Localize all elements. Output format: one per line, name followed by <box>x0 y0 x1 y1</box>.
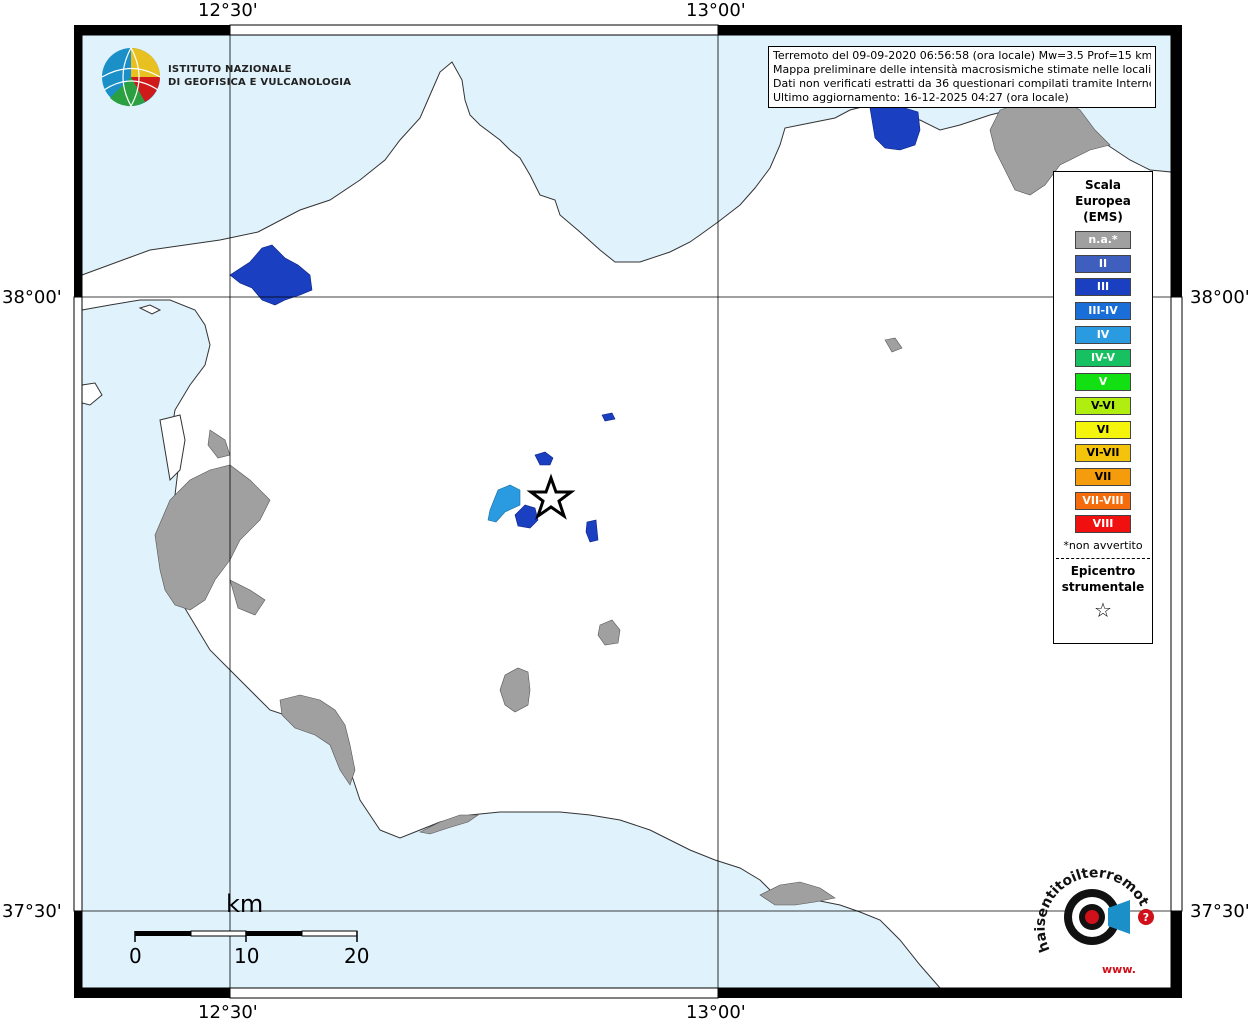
lon-label-top-right: 13°00' <box>686 0 746 21</box>
legend-epi-1: Epicentro <box>1070 563 1136 578</box>
info-line-1: Terremoto del 09-09-2020 06:56:58 (ora l… <box>773 49 1151 62</box>
watermark-url: www. <box>1102 963 1136 976</box>
info-line-2: Mappa preliminare delle intensità macros… <box>773 63 1151 76</box>
scale-unit: km <box>226 890 264 918</box>
legend-items: n.a.* II III III-IV IV IV-V V V-VI VI VI-VII VII VI… <box>1054 231 1152 534</box>
lat-label-left-top: 38°00' <box>2 287 62 308</box>
lat-label-left-bottom: 37°30' <box>2 901 62 922</box>
info-line-3: Dati non verificati estratti da 36 quest… <box>773 77 1151 90</box>
legend-separator <box>1056 557 1150 559</box>
legend-note: *non avvertito <box>1063 538 1143 552</box>
legend-title-3: (EMS) <box>1083 210 1123 224</box>
ingv-line-1: ISTITUTO NAZIONALE <box>168 64 292 75</box>
svg-text:haisentitoilterremoto.it: haisentitoilterremoto.it <box>1030 855 1152 954</box>
legend-epi-2: strumentale <box>1061 579 1145 594</box>
legend-item: IV <box>1075 325 1131 344</box>
lon-label-bottom-left: 12°30' <box>198 1002 258 1023</box>
watermark-text: haisentitoilterremoto.it <box>1030 855 1152 954</box>
scale-tick-10: 10 <box>234 944 260 968</box>
legend-item: VII-VIII <box>1075 491 1131 510</box>
legend-title: Scala Europea (EMS) <box>1054 177 1152 225</box>
hsit-watermark: haisentitoilterremoto.it www. <box>1030 855 1152 976</box>
scale-tick-20: 20 <box>344 944 370 968</box>
legend-title-2: Europea <box>1075 194 1131 208</box>
legend-item: VII <box>1075 467 1131 486</box>
legend-item: II <box>1075 254 1131 273</box>
lon-label-bottom-right: 13°00' <box>686 1002 746 1023</box>
info-line-4: Ultimo aggiornamento: 16-12-2025 04:27 (… <box>773 91 1069 104</box>
legend-item: V-VI <box>1075 396 1131 415</box>
legend-item: VI <box>1075 420 1131 439</box>
legend-item: V <box>1075 373 1131 392</box>
ems-legend: Scala Europea (EMS) n.a.* II III III-IV IV IV… <box>1053 171 1153 644</box>
legend-item: IV-V <box>1075 349 1131 368</box>
legend-item: III-IV <box>1075 302 1131 321</box>
lon-label-top-left: 12°30' <box>198 0 258 21</box>
ingv-logo-text: ISTITUTO NAZIONALE DI GEOFISICA E VULCAN… <box>168 63 351 89</box>
legend-star-icon: ☆ <box>1094 597 1112 622</box>
legend-item: III <box>1075 278 1131 297</box>
legend-title-1: Scala <box>1084 178 1122 192</box>
legend-item: VI-VII <box>1075 444 1131 463</box>
ingv-logo-icon <box>101 47 161 107</box>
lat-label-right-bottom: 37°30' <box>1190 901 1250 922</box>
legend-epicenter-label: Epicentro strumentale <box>1054 563 1152 595</box>
ingv-line-2: DI GEOFISICA E VULCANOLOGIA <box>168 77 352 88</box>
scale-tick-0: 0 <box>129 944 142 968</box>
legend-item: VIII <box>1075 515 1131 534</box>
event-info-box: Terremoto del 09-09-2020 06:56:58 (ora l… <box>768 46 1156 108</box>
lat-label-right-top: 38°00' <box>1190 287 1250 308</box>
legend-item: n.a.* <box>1075 231 1131 249</box>
